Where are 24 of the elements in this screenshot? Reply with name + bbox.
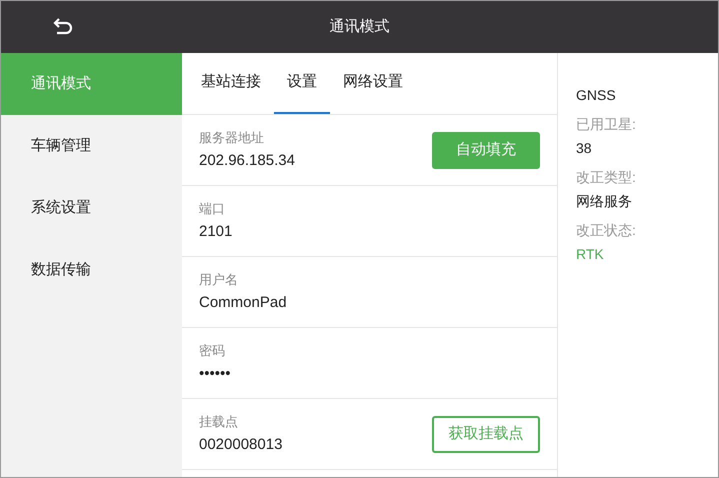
tab[interactable]: 设置 bbox=[274, 53, 330, 114]
field-value: 0020008013 bbox=[199, 434, 284, 454]
field-value: 202.96.185.34 bbox=[199, 150, 296, 170]
sidebar-item[interactable]: 系统设置 bbox=[1, 177, 182, 239]
sidebar-item[interactable]: 数据传输 bbox=[1, 239, 182, 301]
window-title: 通讯模式 bbox=[330, 16, 390, 37]
status-label: 已用卫星: bbox=[576, 115, 637, 134]
status-value: 网络服务 bbox=[576, 192, 633, 211]
status-value: RTK bbox=[576, 245, 605, 264]
sidebar-item[interactable]: 车辆管理 bbox=[1, 115, 182, 177]
field-label: 密码 bbox=[199, 342, 226, 360]
gnss-title: GNSS bbox=[576, 86, 617, 105]
tab[interactable]: 基站连接 bbox=[188, 53, 274, 114]
field-label: 挂载点 bbox=[199, 413, 239, 431]
status-value: 38 bbox=[576, 139, 593, 158]
tab[interactable]: 网络设置 bbox=[330, 53, 416, 114]
status-label: 改正状态: bbox=[576, 221, 637, 240]
field-label: 端口 bbox=[199, 200, 226, 218]
field-label: 用户名 bbox=[199, 271, 239, 289]
status-label: 改正类型: bbox=[576, 168, 637, 187]
field-value: CommonPad bbox=[199, 292, 288, 312]
field-value: •••••• bbox=[199, 364, 232, 384]
field-label: 服务器地址 bbox=[199, 129, 265, 147]
field-value: 2101 bbox=[199, 222, 234, 242]
